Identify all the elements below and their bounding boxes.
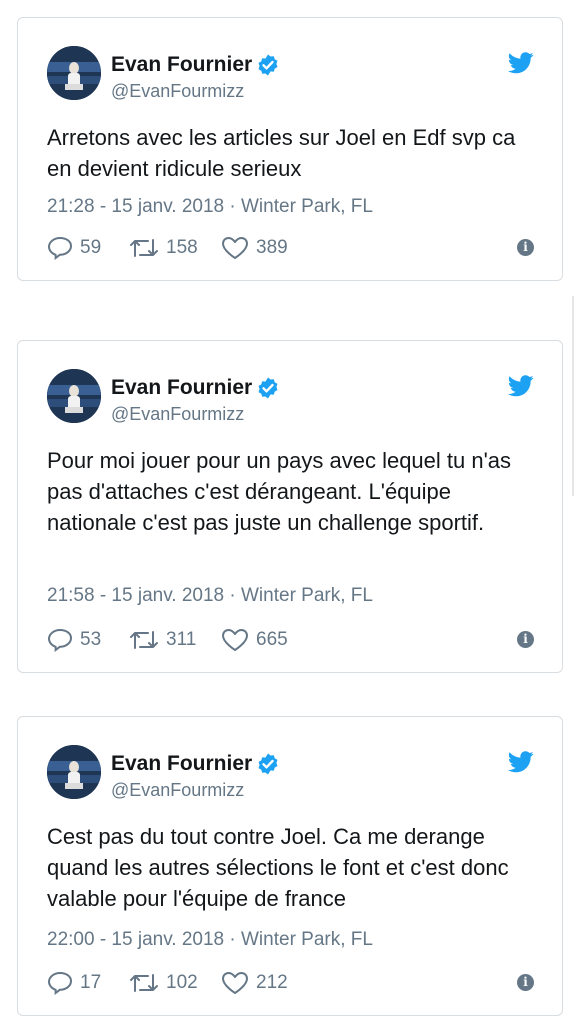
tweet-card[interactable]: Evan Fournier @EvanFourmizz Pour moi jou…: [17, 340, 563, 673]
retweet-count: 311: [166, 629, 197, 650]
retweet-count: 102: [166, 972, 198, 993]
tweet-actions: 17 102 212 i: [47, 969, 534, 997]
reply-count: 59: [80, 237, 102, 258]
author-handle[interactable]: @EvanFourmizz: [111, 81, 244, 102]
heart-icon: [222, 972, 248, 994]
tweet-actions: 53 311 665 i: [47, 626, 534, 654]
scrollbar[interactable]: [572, 296, 574, 496]
tweet-text: Cest pas du tout contre Joel. Ca me dera…: [47, 824, 509, 911]
twitter-bird-icon[interactable]: [508, 52, 534, 74]
reply-button[interactable]: 59: [47, 234, 101, 262]
tweet-timestamp-location[interactable]: 21:28 - 15 janv. 2018 · Winter Park, FL: [47, 196, 373, 218]
heart-icon: [222, 629, 248, 651]
reply-icon: [47, 971, 73, 995]
verified-badge-icon: [258, 377, 278, 399]
retweet-count: 158: [166, 237, 198, 258]
retweet-icon: [130, 239, 158, 257]
info-icon[interactable]: i: [517, 974, 534, 991]
reply-button[interactable]: 17: [47, 969, 101, 997]
reply-count: 17: [80, 972, 102, 993]
retweet-icon: [130, 974, 158, 992]
info-icon[interactable]: i: [517, 239, 534, 256]
reply-icon: [47, 628, 73, 652]
info-icon[interactable]: i: [517, 631, 534, 648]
avatar[interactable]: [47, 369, 101, 423]
retweet-button[interactable]: 311: [129, 626, 196, 654]
like-button[interactable]: 665: [221, 626, 288, 654]
retweet-icon: [130, 631, 158, 649]
author-handle[interactable]: @EvanFourmizz: [111, 780, 244, 801]
like-button[interactable]: 212: [221, 969, 288, 997]
verified-badge-icon: [258, 753, 278, 775]
like-count: 389: [256, 237, 288, 258]
reply-button[interactable]: 53: [47, 626, 101, 654]
author-name[interactable]: Evan Fournier: [111, 376, 252, 400]
avatar[interactable]: [47, 745, 101, 799]
tweet-timestamp-location[interactable]: 21:58 - 15 janv. 2018 · Winter Park, FL: [47, 585, 373, 607]
verified-badge-icon: [258, 54, 278, 76]
tweet-text: Arretons avec les articles sur Joel en E…: [47, 125, 516, 181]
reply-icon: [47, 236, 73, 260]
tweet-actions: 59 158 389 i: [47, 234, 534, 262]
avatar[interactable]: [47, 46, 101, 100]
tweet-card[interactable]: Evan Fournier @EvanFourmizz Cest pas du …: [17, 716, 563, 1016]
retweet-button[interactable]: 102: [129, 969, 198, 997]
author-handle[interactable]: @EvanFourmizz: [111, 404, 244, 425]
twitter-bird-icon[interactable]: [508, 375, 534, 397]
tweet-text: Pour moi jouer pour un pays avec lequel …: [47, 448, 512, 535]
reply-count: 53: [80, 629, 102, 650]
like-button[interactable]: 389: [221, 234, 288, 262]
tweet-card[interactable]: Evan Fournier @EvanFourmizz Arretons ave…: [17, 17, 563, 281]
twitter-bird-icon[interactable]: [508, 751, 534, 773]
heart-icon: [222, 237, 248, 259]
author-name[interactable]: Evan Fournier: [111, 53, 252, 77]
author-name[interactable]: Evan Fournier: [111, 752, 252, 776]
retweet-button[interactable]: 158: [129, 234, 198, 262]
like-count: 212: [256, 972, 288, 993]
like-count: 665: [256, 629, 288, 650]
tweet-timestamp-location[interactable]: 22:00 - 15 janv. 2018 · Winter Park, FL: [47, 929, 373, 951]
